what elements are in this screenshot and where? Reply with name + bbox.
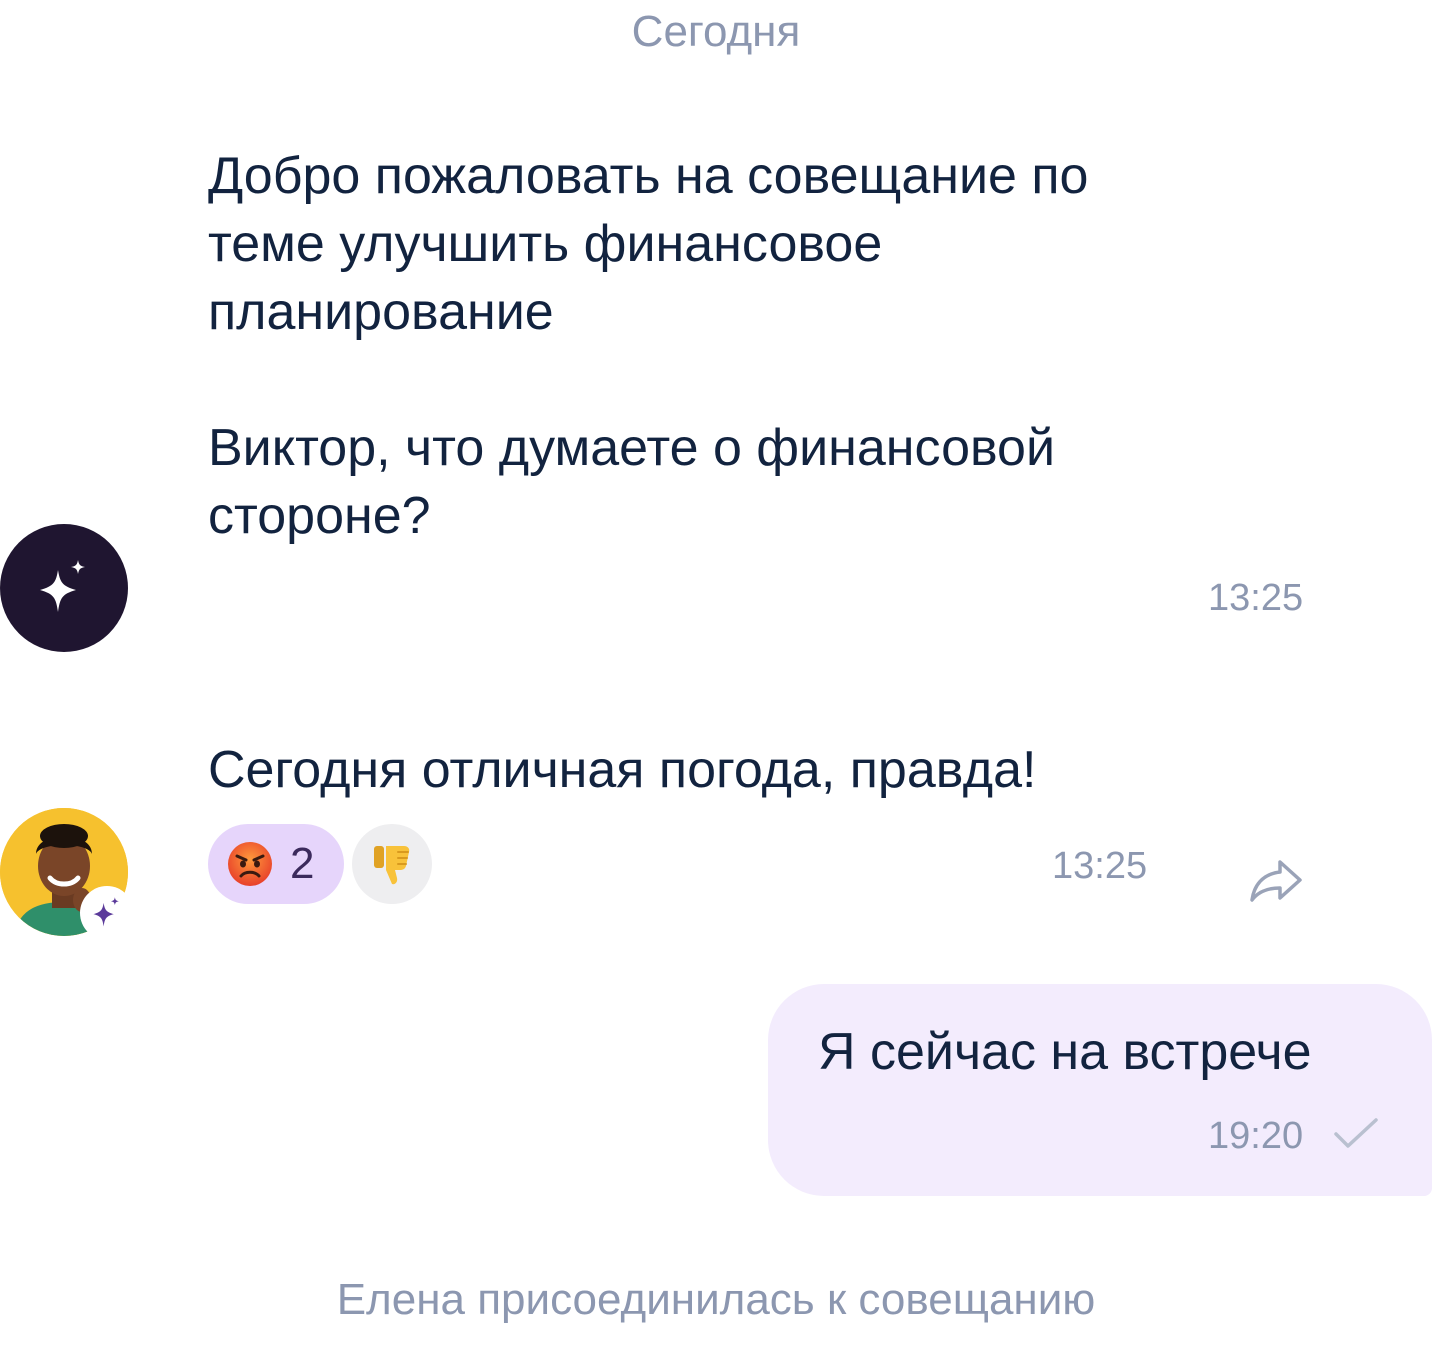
- sparkle-icon: [93, 897, 119, 927]
- message-text: Я сейчас на встрече: [818, 1023, 1312, 1081]
- ai-assistant-avatar[interactable]: [0, 524, 128, 652]
- angry-face-icon: [228, 842, 272, 886]
- message-text: Добро пожаловать на совещание по теме ул…: [208, 147, 1089, 545]
- thumbs-down-icon: [374, 846, 410, 885]
- outgoing-message-bubble[interactable]: Я сейчас на встрече 19:20: [768, 984, 1432, 1196]
- reaction-thumbs-down[interactable]: [352, 824, 432, 904]
- message-timestamp: 19:20: [1208, 1115, 1304, 1157]
- date-divider: Сегодня: [631, 7, 801, 56]
- message-timestamp: 13:25: [1052, 845, 1148, 887]
- message-timestamp: 13:25: [1208, 577, 1304, 619]
- ai-badge: [80, 886, 134, 940]
- reaction-count: 2: [290, 839, 315, 888]
- forward-arrow-icon: [1250, 860, 1302, 902]
- sparkle-icon: [40, 560, 85, 612]
- checkmark-icon: [1334, 1118, 1378, 1148]
- reaction-angry[interactable]: 2: [208, 824, 344, 904]
- system-message: Елена присоединилась к совещанию: [336, 1275, 1096, 1324]
- forward-button[interactable]: [1244, 852, 1308, 908]
- message-text: Сегодня отличная погода, правда!: [208, 741, 1037, 799]
